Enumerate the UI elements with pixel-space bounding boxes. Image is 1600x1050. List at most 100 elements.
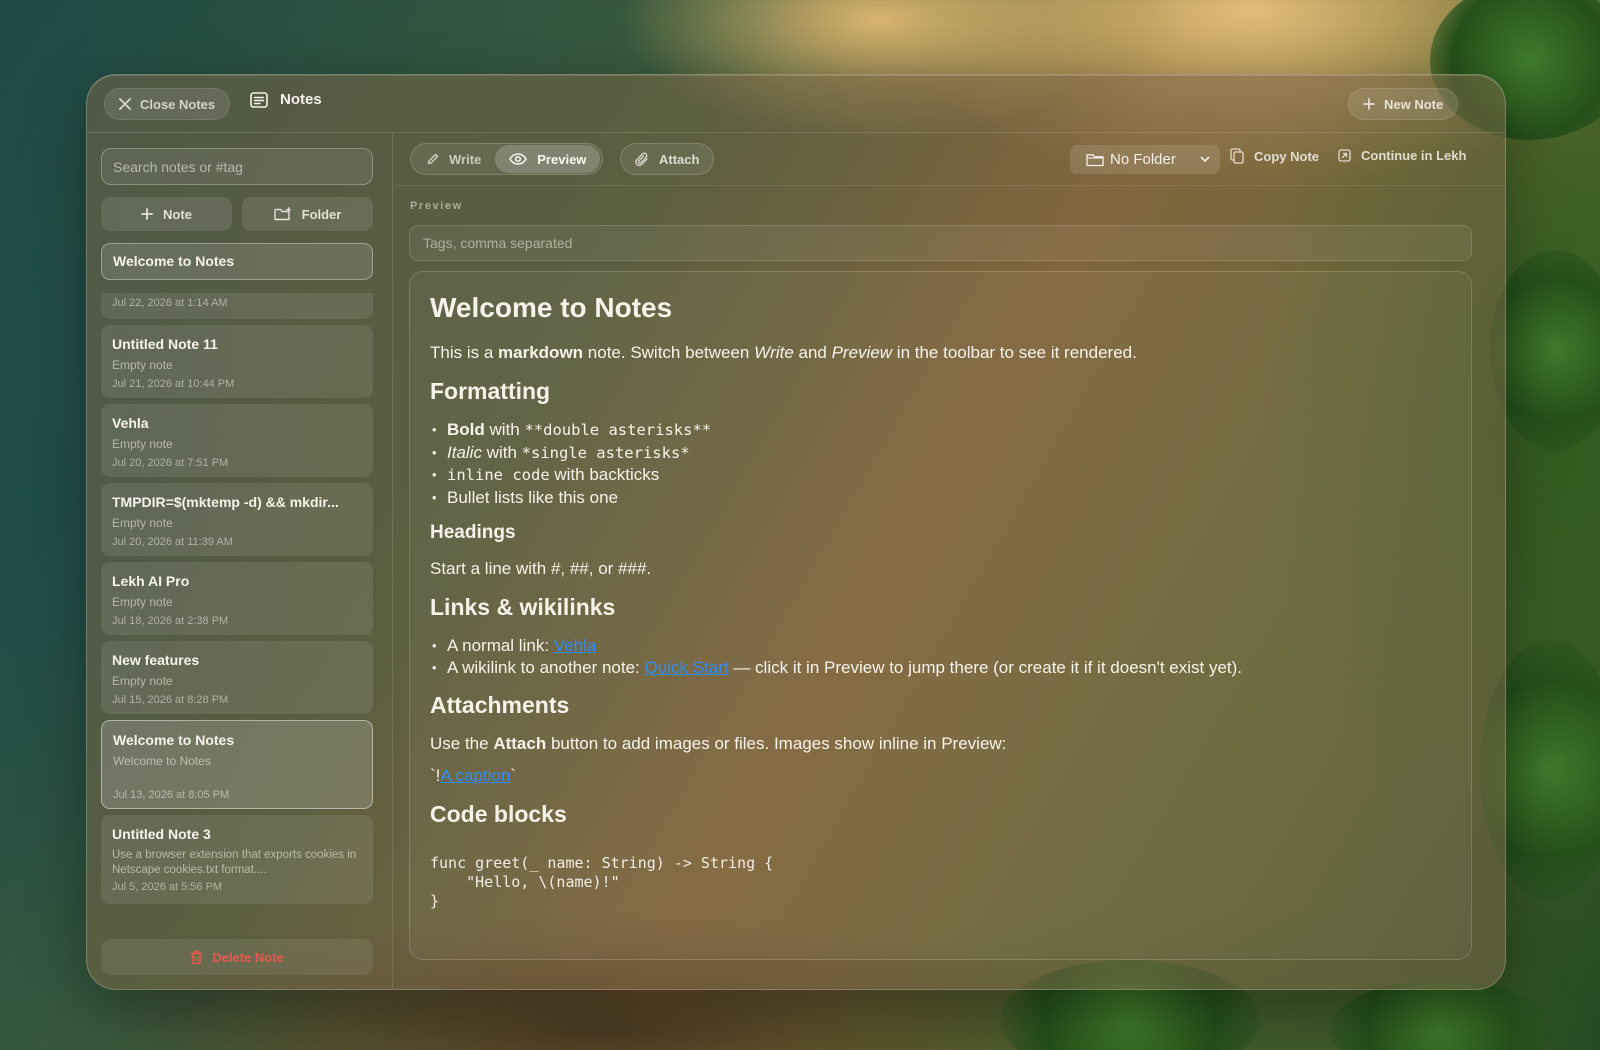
note-date: Jul 13, 2026 at 8:05 PM bbox=[113, 789, 230, 801]
folder-plus-icon bbox=[273, 207, 292, 221]
note-preview: Welcome to Notes bbox=[113, 754, 211, 768]
doc-list: Bold with **double asterisks** Italic wi… bbox=[430, 419, 1451, 508]
note-list-item[interactable]: New features Empty note Jul 15, 2026 at … bbox=[101, 641, 373, 714]
quick-start-wikilink[interactable]: Quick Start bbox=[645, 658, 729, 677]
preview-tab[interactable]: Preview bbox=[495, 145, 601, 173]
note-title: Lekh AI Pro bbox=[112, 573, 190, 589]
doc-paragraph: Start a line with #, ##, or ###. bbox=[430, 559, 652, 578]
sidebar: Note Folder Welcome to Notes Jul 22, 202… bbox=[87, 133, 393, 989]
plus-icon bbox=[1363, 98, 1375, 110]
note-list-item-selected[interactable]: Welcome to Notes Welcome to Notes Jul 13… bbox=[101, 720, 373, 809]
doc-heading: Links & wikilinks bbox=[430, 594, 616, 620]
list-item: A wikilink to another note: Quick Start … bbox=[430, 657, 1451, 679]
paperclip-icon bbox=[635, 152, 649, 167]
doc-heading: Welcome to Notes bbox=[430, 292, 673, 323]
doc-heading: Code blocks bbox=[430, 801, 567, 827]
close-notes-label: Close Notes bbox=[140, 96, 216, 112]
note-date: Jul 5, 2026 at 5:56 PM bbox=[112, 881, 223, 893]
doc-heading: Attachments bbox=[430, 692, 570, 718]
vehla-link[interactable]: Vehla bbox=[554, 636, 597, 655]
doc-paragraph: Use the Attach button to add images or f… bbox=[430, 734, 1007, 753]
note-preview: Use a browser extension that exports coo… bbox=[112, 849, 357, 876]
folder-select[interactable]: No Folder bbox=[1070, 145, 1220, 174]
copy-note-button[interactable]: Copy Note bbox=[1230, 148, 1319, 164]
list-item: Bold with **double asterisks** bbox=[430, 419, 1451, 442]
folder-icon bbox=[1086, 153, 1104, 167]
list-item: Italic with *single asterisks* bbox=[430, 442, 1451, 465]
new-note-button[interactable]: New Note bbox=[1348, 88, 1459, 120]
eye-icon bbox=[509, 153, 528, 165]
titlebar: Close Notes Notes New Note bbox=[87, 75, 1505, 133]
external-open-icon bbox=[1338, 149, 1351, 162]
doc-heading: Headings bbox=[430, 522, 516, 543]
note-date: Jul 15, 2026 at 8:28 PM bbox=[112, 694, 229, 706]
folder-select-value: No Folder bbox=[1110, 151, 1176, 168]
background-palm bbox=[1330, 980, 1550, 1050]
code-block: func greet(_ name: String) -> String { "… bbox=[430, 854, 774, 910]
write-tab[interactable]: Write bbox=[413, 145, 495, 173]
list-item: inline code with backticks bbox=[430, 464, 1451, 487]
note-date: Jul 20, 2026 at 11:39 AM bbox=[112, 536, 233, 548]
attach-button[interactable]: Attach bbox=[620, 143, 715, 175]
note-list-item[interactable]: Lekh AI Pro Empty note Jul 18, 2026 at 2… bbox=[101, 562, 373, 635]
note-date: Jul 22, 2026 at 1:14 AM bbox=[112, 297, 228, 309]
plus-icon bbox=[141, 208, 153, 220]
notes-icon bbox=[250, 91, 268, 108]
add-folder-label: Folder bbox=[301, 206, 342, 222]
add-note-label: Note bbox=[163, 206, 192, 222]
markdown-preview: Welcome to Notes This is a markdown note… bbox=[409, 271, 1472, 960]
delete-note-label: Delete Note bbox=[212, 949, 284, 965]
note-list-item[interactable]: Vehla Empty note Jul 20, 2026 at 7:51 PM bbox=[101, 404, 373, 477]
delete-note-button[interactable]: Delete Note bbox=[101, 939, 373, 975]
note-title: Vehla bbox=[112, 415, 149, 431]
note-list-item[interactable]: TMPDIR=$(mktemp -d) && mkdir... Empty no… bbox=[101, 483, 373, 556]
note-preview: Empty note bbox=[112, 358, 173, 372]
close-icon bbox=[119, 98, 131, 110]
section-label: Preview bbox=[410, 200, 463, 212]
note-date-row[interactable]: Jul 22, 2026 at 1:14 AM bbox=[101, 293, 373, 319]
chevron-down-icon bbox=[1200, 156, 1210, 163]
editor-pane: Write Preview Attach No Folder Copy Note… bbox=[394, 133, 1505, 989]
note-preview: Empty note bbox=[112, 516, 173, 530]
write-tab-label: Write bbox=[449, 151, 482, 167]
list-item: Bullet lists like this one bbox=[430, 487, 1451, 509]
note-preview: Empty note bbox=[112, 595, 173, 609]
copy-note-label: Copy Note bbox=[1254, 148, 1319, 164]
preview-tab-label: Preview bbox=[537, 151, 587, 167]
editor-toolbar: Write Preview Attach No Folder Copy Note… bbox=[394, 133, 1505, 186]
note-date: Jul 21, 2026 at 10:44 PM bbox=[112, 378, 235, 390]
tags-input[interactable] bbox=[409, 225, 1472, 261]
sticky-note-header[interactable]: Welcome to Notes bbox=[101, 243, 373, 280]
note-title: Welcome to Notes bbox=[113, 253, 235, 269]
note-preview: Empty note bbox=[112, 437, 173, 451]
add-note-button[interactable]: Note bbox=[101, 197, 232, 231]
note-date: Jul 18, 2026 at 2:38 PM bbox=[112, 615, 229, 627]
list-item: A normal link: Vehla bbox=[430, 635, 1451, 657]
continue-in-lekh-button[interactable]: Continue in Lekh bbox=[1338, 148, 1466, 163]
note-list-item[interactable]: Untitled Note 11 Empty note Jul 21, 2026… bbox=[101, 325, 373, 398]
note-date: Jul 20, 2026 at 7:51 PM bbox=[112, 457, 229, 469]
continue-in-lekh-label: Continue in Lekh bbox=[1361, 148, 1467, 163]
doc-heading: Formatting bbox=[430, 378, 551, 404]
copy-icon bbox=[1230, 148, 1244, 164]
add-folder-button[interactable]: Folder bbox=[242, 197, 373, 231]
mode-segmented-control: Write Preview bbox=[410, 143, 604, 175]
doc-list: A normal link: Vehla A wikilink to anoth… bbox=[430, 635, 1451, 678]
note-title: Welcome to Notes bbox=[113, 732, 235, 748]
note-list-item[interactable]: Untitled Note 3 Use a browser extension … bbox=[101, 815, 373, 904]
note-preview: Empty note bbox=[112, 674, 173, 688]
close-notes-button[interactable]: Close Notes bbox=[104, 88, 231, 120]
doc-paragraph: This is a markdown note. Switch between … bbox=[430, 343, 1137, 362]
window-title: Notes bbox=[250, 91, 322, 108]
notes-window: Close Notes Notes New Note Note bbox=[86, 74, 1506, 990]
search-input[interactable] bbox=[101, 148, 373, 185]
background-palm bbox=[1490, 250, 1600, 450]
trash-icon bbox=[190, 950, 203, 965]
doc-paragraph: `!A caption` bbox=[430, 766, 517, 785]
pencil-icon bbox=[427, 153, 439, 165]
note-title: TMPDIR=$(mktemp -d) && mkdir... bbox=[112, 494, 339, 510]
new-note-label: New Note bbox=[1384, 96, 1444, 112]
caption-link[interactable]: A caption bbox=[440, 766, 510, 785]
window-title-text: Notes bbox=[280, 91, 322, 108]
note-title: Untitled Note 11 bbox=[112, 336, 218, 352]
